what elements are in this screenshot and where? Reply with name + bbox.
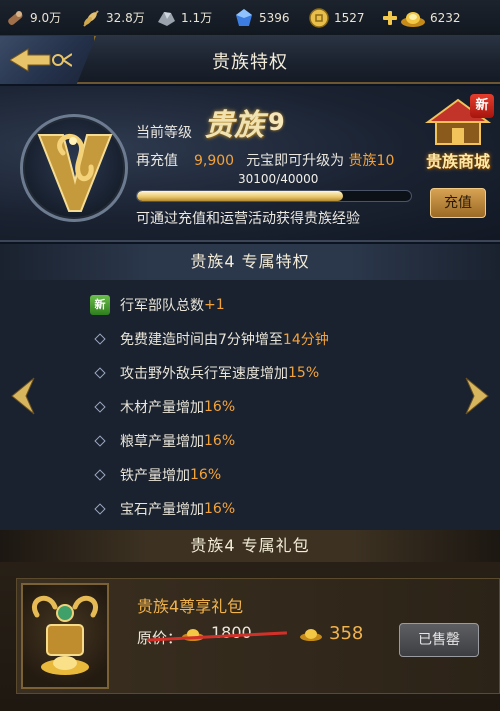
food-value: 32.8万: [106, 11, 145, 25]
privilege-value: 14分钟: [282, 332, 329, 348]
recharge-suffix: 元宝即可升级为: [246, 153, 345, 169]
privilege-value: 15%: [288, 365, 320, 381]
current-price: 358: [299, 623, 363, 644]
privilege-item: 攻击野外敌兵行军速度增加 15%: [90, 356, 430, 390]
vip-badge: [20, 114, 128, 222]
iron-value: 1.1万: [181, 11, 213, 25]
gold-ingot-icon: [300, 629, 322, 641]
gift-card: 贵族4尊享礼包 原价： 1800 358 已售罄: [16, 578, 500, 694]
progress-text: 30100/40000: [238, 172, 319, 186]
level-name: 贵族: [204, 108, 264, 143]
privilege-value: 16%: [204, 501, 236, 517]
gem-value: 5396: [259, 10, 290, 25]
gold-ingot-icon: [400, 7, 426, 29]
grain-icon: [80, 7, 102, 29]
exp-hint: 可通过充值和运营活动获得贵族经验: [136, 211, 360, 227]
gift-name: 贵族4尊享礼包: [137, 597, 244, 616]
privilege-text: 铁产量增加: [120, 468, 190, 484]
resource-food: 32.8万: [80, 0, 145, 35]
privilege-value: 16%: [204, 433, 236, 449]
level-number: 9: [268, 108, 285, 136]
gift-section-title: 贵族4 专属礼包: [0, 530, 500, 562]
privilege-text: 木材产量增加: [120, 400, 204, 416]
privilege-text: 粮草产量增加: [120, 434, 204, 450]
noble-shop-button[interactable]: 新 贵族商城: [416, 92, 500, 176]
diamond-bullet-icon: [94, 435, 106, 447]
privilege-item: 新 行军部队总数 +1: [90, 288, 430, 322]
privilege-text: 行军部队总数: [120, 298, 204, 314]
diamond-bullet-icon: [94, 503, 106, 515]
resource-iron: 1.1万: [155, 0, 212, 35]
gold-value: 6232: [430, 10, 461, 25]
next-arrow-icon[interactable]: [464, 376, 492, 416]
exp-progress-bar: [136, 190, 412, 202]
privilege-value: 16%: [190, 467, 222, 483]
diamond-bullet-icon: [94, 333, 106, 345]
privilege-item: 铁产量增加 16%: [90, 458, 430, 492]
current-price-value: 358: [329, 623, 364, 644]
resource-gem: 5396: [233, 0, 290, 35]
dragon-treasure-icon: [32, 595, 98, 675]
privilege-item: 粮草产量增加 16%: [90, 424, 430, 458]
recharge-amount: 9,900: [194, 153, 235, 169]
resource-bar: 9.0万 32.8万 1.1万 5396 1527 6232: [0, 0, 500, 36]
add-gold-icon[interactable]: [382, 10, 398, 26]
privileges-section: 贵族4 专属特权 新 行军部队总数 +1 免费建造时间由7分钟增至 14分钟 攻击野…: [0, 244, 500, 530]
diamond-bullet-icon: [94, 401, 106, 413]
sold-out-button[interactable]: 已售罄: [399, 623, 479, 657]
wood-log-icon: [4, 7, 26, 29]
golden-dragon-v-icon: [37, 133, 113, 212]
privilege-item: 宝石产量增加 16%: [90, 492, 430, 526]
wood-value: 9.0万: [30, 11, 62, 25]
privilege-text: 攻击野外敌兵行军速度增加: [120, 366, 288, 382]
privilege-list: 新 行军部队总数 +1 免费建造时间由7分钟增至 14分钟 攻击野外敌兵行军速度增加…: [90, 288, 430, 526]
page-title: 贵族特权: [212, 52, 288, 73]
recharge-button[interactable]: 充值: [430, 188, 486, 218]
shop-label: 贵族商城: [425, 152, 490, 171]
resource-silver: 1527: [308, 0, 365, 35]
next-level: 贵族10: [348, 153, 395, 169]
privilege-item: 木材产量增加 16%: [90, 390, 430, 424]
current-level-label: 当前等级: [136, 125, 192, 141]
vip-panel: 当前等级 贵族 9 再充值 9,900 元宝即可升级为 贵族10 30100/400…: [0, 86, 500, 242]
resource-wood: 9.0万: [4, 0, 61, 35]
recharge-info: 再充值 9,900 元宝即可升级为 贵族10: [136, 150, 394, 170]
blue-gem-icon: [233, 7, 255, 29]
privilege-item: 免费建造时间由7分钟增至 14分钟: [90, 322, 430, 356]
gift-pack-icon: [21, 583, 109, 689]
title-bar: 贵族特权: [0, 36, 500, 84]
shop-new-badge: 新: [470, 94, 494, 118]
privilege-text: 免费建造时间由7分钟增至: [120, 332, 283, 348]
gift-section: 贵族4 专属礼包 贵族4尊享礼包 原价： 1800 358 已售罄: [0, 530, 500, 711]
privilege-value: 16%: [204, 399, 236, 415]
new-tag: 新: [90, 295, 110, 315]
privilege-text: 宝石产量增加: [120, 502, 204, 518]
privilege-value: +1: [204, 297, 225, 313]
resource-gold[interactable]: 6232: [382, 0, 461, 35]
prev-arrow-icon[interactable]: [8, 376, 36, 416]
exp-progress-fill: [137, 191, 344, 201]
silver-value: 1527: [334, 10, 365, 25]
diamond-bullet-icon: [94, 367, 106, 379]
recharge-prefix: 再充值: [136, 153, 178, 169]
iron-ore-icon: [155, 7, 177, 29]
coin-icon: [308, 7, 330, 29]
privileges-title: 贵族4 专属特权: [0, 244, 500, 280]
diamond-bullet-icon: [94, 469, 106, 481]
